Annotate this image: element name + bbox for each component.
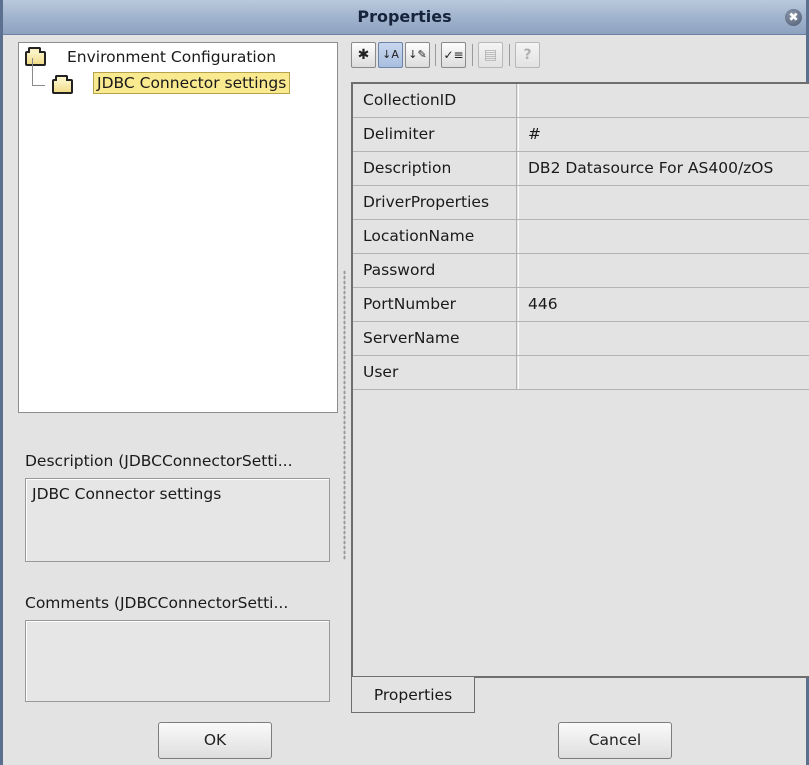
property-value[interactable] <box>528 186 809 219</box>
property-name: Password <box>363 261 436 279</box>
tree-item-environment-configuration[interactable]: Environment Configuration <box>19 43 337 69</box>
property-value[interactable]: # <box>528 118 809 151</box>
property-value[interactable] <box>528 220 809 253</box>
ok-button[interactable]: OK <box>158 722 272 759</box>
property-name: DriverProperties <box>363 193 490 211</box>
property-row-portnumber[interactable]: PortNumber 446 <box>353 288 809 322</box>
property-pages-icon: ▤ <box>478 42 503 68</box>
dialog-title: Properties <box>357 7 452 26</box>
title-bar[interactable]: Properties ✖ <box>3 0 806 35</box>
comments-field[interactable] <box>25 620 330 702</box>
configuration-tree[interactable]: Environment Configuration JDBC Connector… <box>18 42 338 413</box>
sort-by-category-icon[interactable]: ↓✎ <box>405 42 430 68</box>
property-row-locationname[interactable]: LocationName <box>353 220 809 254</box>
toolbar-separator <box>509 44 510 66</box>
description-label: Description (JDBCConnectorSetti... <box>25 452 293 470</box>
property-toolbar: ✱ ↓A ↓✎ ✓≡ ▤ ? <box>351 42 806 70</box>
tree-item-label: JDBC Connector settings <box>93 72 291 94</box>
property-value[interactable] <box>528 356 809 389</box>
sort-alphabetical-icon[interactable]: ↓A <box>378 42 403 68</box>
property-value[interactable] <box>528 84 809 117</box>
show-modified-icon[interactable]: ✓≡ <box>441 42 466 68</box>
folder-icon <box>52 75 73 94</box>
splitter-handle[interactable] <box>343 270 346 560</box>
property-name: User <box>363 363 399 381</box>
properties-dialog: Properties ✖ Environment Configuration J… <box>0 0 809 765</box>
property-row-user[interactable]: User <box>353 356 809 390</box>
property-row-collectionid[interactable]: CollectionID <box>353 84 809 118</box>
property-value[interactable]: 446 <box>528 288 809 321</box>
property-value[interactable]: DB2 Datasource For AS400/zOS <box>528 152 809 185</box>
property-sheet: CollectionID Delimiter # Description DB2… <box>351 82 809 678</box>
comments-label: Comments (JDBCConnectorSetti... <box>25 594 289 612</box>
property-value[interactable] <box>528 322 809 355</box>
tree-item-label: Environment Configuration <box>67 48 277 66</box>
property-row-driverproperties[interactable]: DriverProperties <box>353 186 809 220</box>
close-icon[interactable]: ✖ <box>785 9 802 26</box>
tree-item-jdbc-connector-settings[interactable]: JDBC Connector settings <box>19 71 337 97</box>
cancel-button[interactable]: Cancel <box>558 722 672 759</box>
property-name: LocationName <box>363 227 475 245</box>
toolbar-separator <box>435 44 436 66</box>
property-row-description[interactable]: Description DB2 Datasource For AS400/zOS <box>353 152 809 186</box>
property-name: ServerName <box>363 329 460 347</box>
property-row-password[interactable]: Password <box>353 254 809 288</box>
property-row-servername[interactable]: ServerName <box>353 322 809 356</box>
property-value[interactable] <box>528 254 809 287</box>
property-row-delimiter[interactable]: Delimiter # <box>353 118 809 152</box>
toolbar-separator <box>472 44 473 66</box>
property-name: Delimiter <box>363 125 435 143</box>
expand-collapse-icon[interactable]: ✱ <box>351 42 376 68</box>
property-name: CollectionID <box>363 91 457 109</box>
description-field[interactable]: JDBC Connector settings <box>25 478 330 562</box>
tab-properties[interactable]: Properties <box>351 677 475 713</box>
property-name: Description <box>363 159 452 177</box>
property-name: PortNumber <box>363 295 456 313</box>
tree-connector-line <box>32 58 45 86</box>
help-icon: ? <box>515 42 540 68</box>
